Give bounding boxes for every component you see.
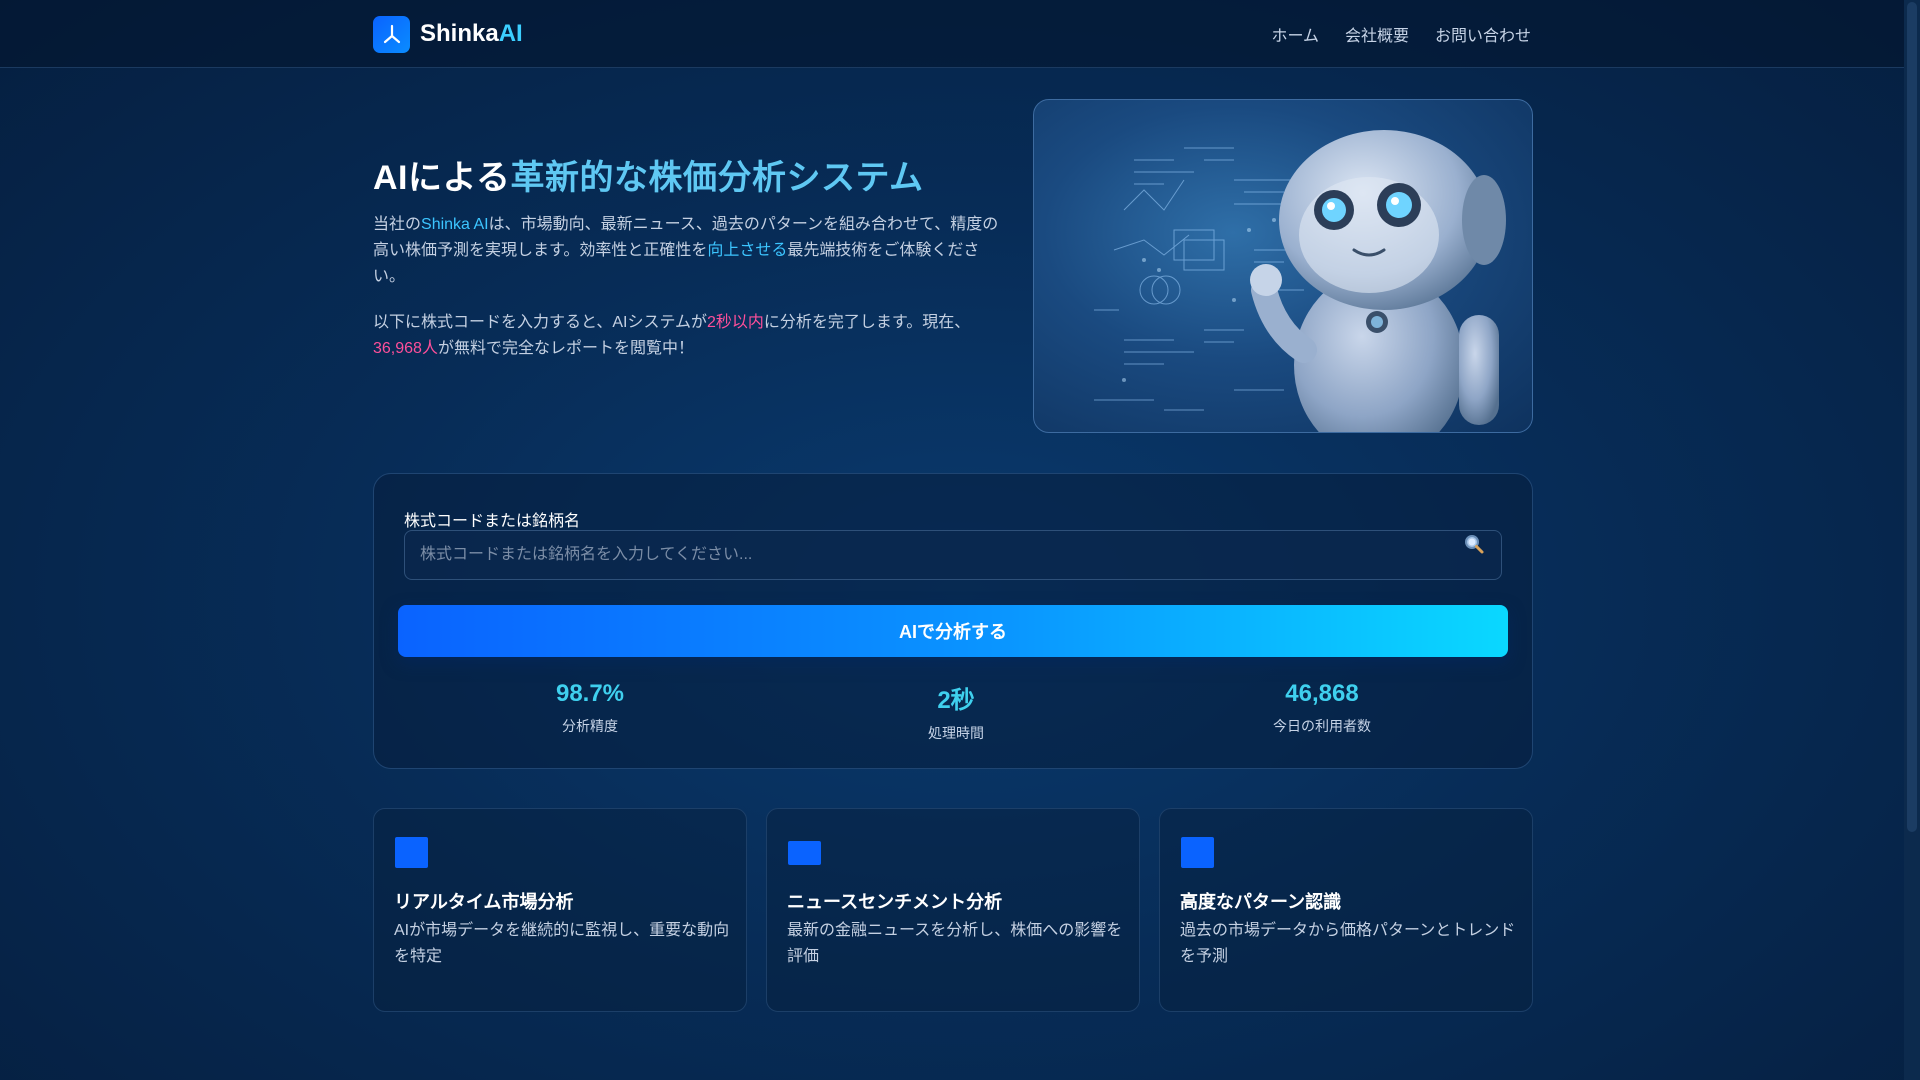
stat-label: 分析精度	[562, 718, 618, 734]
top-header: ShinkaAI ホーム 会社概要 お問い合わせ	[0, 0, 1904, 68]
search-box	[404, 530, 1502, 580]
feature-desc: 過去の市場データから価格パターンとトレンドを予測	[1180, 922, 1516, 965]
feature-icon	[788, 841, 821, 865]
nav-home[interactable]: ホーム	[1271, 22, 1319, 46]
feature-card-news: ニュースセンチメント分析 最新の金融ニュースを分析し、株価への影響を評価	[766, 808, 1140, 1012]
nav-contact[interactable]: お問い合わせ	[1435, 22, 1531, 46]
feature-title: リアルタイム市場分析	[394, 892, 574, 912]
feature-icon	[395, 837, 428, 868]
stat-users-today: 46,868 今日の利用者数	[1172, 680, 1472, 736]
brand-name: ShinkaAI	[420, 20, 523, 47]
stat-processing-time: 2秒 処理時間	[806, 680, 1106, 743]
stat-label: 今日の利用者数	[1273, 718, 1371, 734]
hero-title: AIによる革新的な株価分析システム	[373, 159, 924, 197]
main-nav: ホーム 会社概要 お問い合わせ	[1271, 22, 1531, 46]
page-scrollbar[interactable]	[1904, 0, 1920, 1080]
feature-desc: AIが市場データを継続的に監視し、重要な動向を特定	[394, 922, 730, 965]
stat-value: 46,868	[1285, 680, 1359, 707]
analyze-button[interactable]: AIで分析する	[398, 605, 1508, 657]
stat-value: 98.7%	[555, 680, 625, 707]
hero-robot-image	[1033, 99, 1533, 433]
feature-icon	[1181, 837, 1214, 868]
feature-title: 高度なパターン認識	[1180, 892, 1342, 912]
search-icon[interactable]	[1463, 533, 1487, 557]
stat-accuracy: 98.7% 分析精度	[440, 680, 740, 736]
scrollbar-thumb[interactable]	[1907, 2, 1917, 832]
feature-card-realtime: リアルタイム市場分析 AIが市場データを継続的に監視し、重要な動向を特定	[373, 808, 747, 1012]
feature-title: ニュースセンチメント分析	[787, 892, 1003, 912]
hero-cta-text: 以下に株式コードを入力すると、AIシステムが2秒以内に分析を完了します。現在、3…	[373, 314, 971, 357]
brand-logo[interactable]: ShinkaAI	[373, 15, 523, 53]
feature-card-pattern: 高度なパターン認識 過去の市場データから価格パターンとトレンドを予測	[1159, 808, 1533, 1012]
search-label: 株式コードまたは銘柄名	[404, 513, 581, 530]
stock-search-panel: 株式コードまたは銘柄名 AIで分析する 98.7% 分析精度 2秒 処理時間 4…	[373, 473, 1533, 769]
logo-icon	[373, 15, 410, 53]
hero-description: 当社のShinka AIは、市場動向、最新ニュース、過去のパターンを組み合わせて…	[373, 216, 999, 285]
stat-label: 処理時間	[928, 725, 984, 741]
nav-about[interactable]: 会社概要	[1345, 22, 1409, 46]
stat-value: 2秒	[937, 687, 975, 714]
feature-desc: 最新の金融ニュースを分析し、株価への影響を評価	[787, 922, 1123, 965]
stock-search-input[interactable]	[405, 531, 1501, 579]
